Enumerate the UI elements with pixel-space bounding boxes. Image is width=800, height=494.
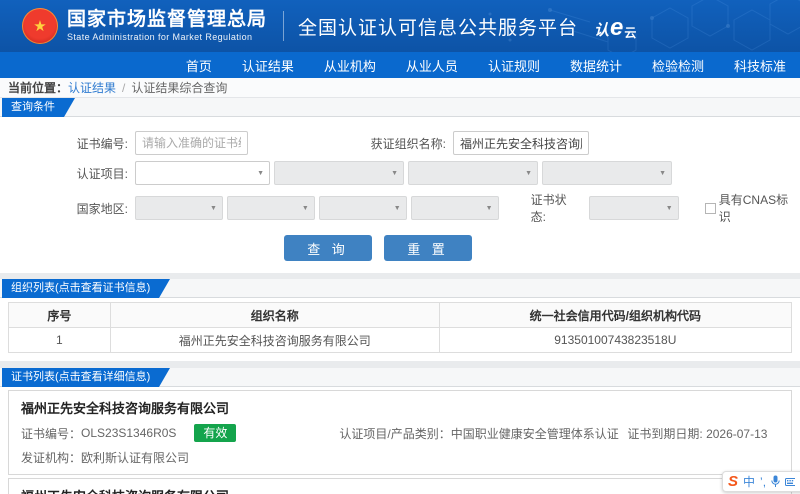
org-list-section-title: 组织列表(点击查看证书信息) — [2, 279, 159, 298]
ren-e-yun-logo: 认 e 云 — [594, 14, 636, 38]
query-section-bar: 查询条件 — [0, 98, 800, 117]
platform-title: 全国认证认可信息公共服务平台 — [298, 13, 578, 40]
cert-issuer: 发证机构：欧利斯认证有限公司 — [21, 449, 779, 466]
nav-item-institutions[interactable]: 从业机构 — [324, 56, 376, 75]
cnas-checkbox[interactable] — [705, 203, 716, 214]
cert-org-name: 福州正先安全科技咨询服务有限公司 — [21, 398, 779, 417]
cert-category-label: 认证项目/产品类别： — [339, 427, 450, 441]
org-name-label: 获证组织名称: — [248, 135, 453, 152]
region-select-4: ▼ — [411, 196, 499, 220]
column-header-org-name: 组织名称 — [110, 303, 439, 328]
chevron-down-icon: ▼ — [486, 205, 493, 212]
query-form: 证书编号: 获证组织名称: 认证项目: ▼ ▼ ▼ ▼ 国家地区: ▼ ▼ ▼ … — [0, 117, 800, 279]
chevron-down-icon: ▼ — [666, 205, 673, 212]
site-header: ★ 国家市场监督管理总局 State Administration for Ma… — [0, 0, 800, 52]
ime-punctuation-toggle[interactable]: ’, — [760, 476, 766, 488]
nav-item-statistics[interactable]: 数据统计 — [570, 56, 622, 75]
header-divider — [283, 11, 284, 41]
table-row[interactable]: 1 福州正先安全科技咨询服务有限公司 91350100743823518U — [9, 328, 792, 353]
nav-item-cert-rules[interactable]: 认证规则 — [488, 56, 540, 75]
breadcrumb-current-page: 认证结果综合查询 — [131, 79, 227, 96]
cert-expiry-value: 2026-07-13 — [706, 427, 767, 441]
ime-toolbar[interactable]: S 中 ’, — [722, 471, 800, 492]
cert-no-label: 证书编号： — [21, 425, 81, 442]
logo-yun: 云 — [624, 27, 636, 39]
nav-item-home[interactable]: 首页 — [186, 56, 212, 75]
logo-e: e — [610, 16, 623, 40]
keyboard-icon[interactable] — [785, 477, 795, 487]
cert-expiry-label: 证书到期日期: — [627, 427, 706, 441]
nav-item-personnel[interactable]: 从业人员 — [406, 56, 458, 75]
chevron-down-icon: ▼ — [525, 170, 532, 177]
cert-project-select-4: ▼ — [542, 161, 672, 185]
main-nav: 首页 认证结果 从业机构 从业人员 认证规则 数据统计 检验检测 科技标准 — [0, 52, 800, 78]
cert-org-name: 福州正先安全科技咨询服务有限公司 — [21, 486, 779, 494]
cert-status-select: ▼ — [589, 196, 679, 220]
sogou-logo-icon[interactable]: S — [728, 474, 738, 489]
country-region-label: 国家地区: — [0, 200, 135, 217]
cert-status-label: 证书状态: — [531, 191, 589, 225]
logo-ren: 认 — [594, 23, 609, 38]
cert-issuer-value: 欧利斯认证有限公司 — [81, 451, 189, 465]
cert-no-group: 证书编号：OLS23S1346R0S 有效 — [21, 424, 339, 442]
org-table: 序号 组织名称 统一社会信用代码/组织机构代码 1 福州正先安全科技咨询服务有限… — [8, 302, 792, 353]
agency-title-block: 国家市场监督管理总局 State Administration for Mark… — [67, 10, 267, 43]
cert-project-select-3: ▼ — [408, 161, 538, 185]
agency-name-en: State Administration for Market Regulati… — [67, 32, 267, 42]
agency-name-cn: 国家市场监督管理总局 — [67, 10, 267, 31]
chevron-down-icon: ▼ — [302, 205, 309, 212]
reset-button[interactable]: 重 置 — [384, 235, 472, 261]
cert-card[interactable]: 福州正先安全科技咨询服务有限公司 证书编号：OLS23Q1344R0S 有效 认… — [8, 478, 792, 494]
breadcrumb-separator: / — [122, 81, 125, 95]
chevron-down-icon: ▼ — [391, 170, 398, 177]
region-select-2: ▼ — [227, 196, 315, 220]
nav-item-inspection[interactable]: 检验检测 — [652, 56, 704, 75]
breadcrumb-link-cert-results[interactable]: 认证结果 — [68, 79, 116, 96]
cert-project-select-1[interactable]: ▼ — [135, 161, 270, 185]
cert-no-label: 证书编号: — [0, 135, 135, 152]
column-header-index: 序号 — [9, 303, 111, 328]
org-row-code[interactable]: 91350100743823518U — [439, 328, 791, 353]
cert-list-panel: 福州正先安全科技咨询服务有限公司 证书编号：OLS23S1346R0S 有效 认… — [0, 387, 800, 494]
chevron-down-icon: ▼ — [659, 170, 666, 177]
cert-card[interactable]: 福州正先安全科技咨询服务有限公司 证书编号：OLS23S1346R0S 有效 认… — [8, 390, 792, 475]
nav-item-tech-standards[interactable]: 科技标准 — [734, 56, 786, 75]
query-section-title: 查询条件 — [2, 98, 64, 117]
microphone-icon[interactable] — [771, 475, 780, 488]
cert-category-value: 中国职业健康安全管理体系认证 — [451, 427, 619, 441]
chevron-down-icon: ▼ — [394, 205, 401, 212]
region-select-1: ▼ — [135, 196, 223, 220]
org-list-section-bar: 组织列表(点击查看证书信息) — [0, 279, 800, 298]
chevron-down-icon: ▼ — [257, 170, 264, 177]
column-header-credit-code: 统一社会信用代码/组织机构代码 — [439, 303, 791, 328]
org-table-header-row: 序号 组织名称 统一社会信用代码/组织机构代码 — [9, 303, 792, 328]
cert-issuer-label: 发证机构： — [21, 451, 81, 465]
cert-expiry: 证书到期日期: 2026-07-13 — [627, 425, 779, 442]
ime-mode-toggle[interactable]: 中 — [743, 476, 755, 488]
cnas-checkbox-group: 具有CNAS标识 — [705, 191, 800, 225]
cert-no-input[interactable] — [135, 131, 248, 155]
cert-category: 认证项目/产品类别：中国职业健康安全管理体系认证 — [339, 425, 627, 442]
status-badge: 有效 — [194, 424, 236, 442]
cert-project-select-2: ▼ — [274, 161, 404, 185]
cert-no-value: OLS23S1346R0S — [81, 426, 176, 440]
breadcrumb: 当前位置： 认证结果 / 认证结果综合查询 — [0, 78, 800, 98]
cert-project-label: 认证项目: — [0, 165, 135, 182]
cnas-label: 具有CNAS标识 — [719, 191, 800, 225]
breadcrumb-prefix: 当前位置： — [8, 79, 68, 96]
org-row-name[interactable]: 福州正先安全科技咨询服务有限公司 — [110, 328, 439, 353]
national-emblem-logo: ★ — [22, 8, 58, 44]
region-select-3: ▼ — [319, 196, 407, 220]
org-name-input[interactable] — [453, 131, 589, 155]
nav-item-cert-results[interactable]: 认证结果 — [242, 56, 294, 75]
search-button[interactable]: 查 询 — [284, 235, 372, 261]
cert-list-section-bar: 证书列表(点击查看详细信息) — [0, 368, 800, 387]
cert-list-section-title: 证书列表(点击查看详细信息) — [2, 368, 159, 387]
star-icon: ★ — [33, 19, 46, 34]
org-row-index[interactable]: 1 — [9, 328, 111, 353]
org-list-panel: 序号 组织名称 统一社会信用代码/组织机构代码 1 福州正先安全科技咨询服务有限… — [0, 298, 800, 368]
chevron-down-icon: ▼ — [210, 205, 217, 212]
